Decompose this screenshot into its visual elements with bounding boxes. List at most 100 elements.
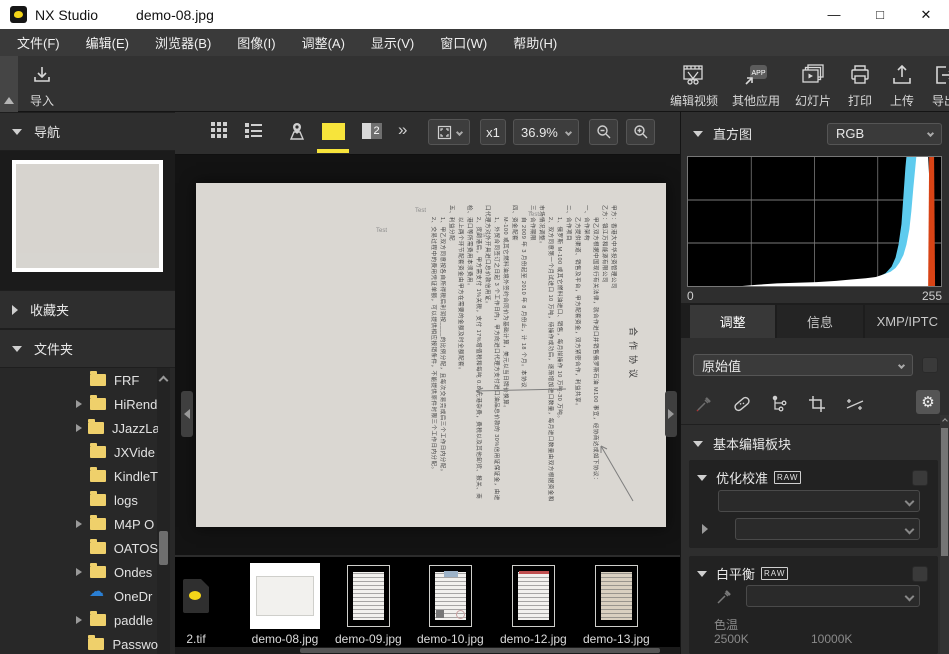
filmstrip-item-demo-09-jpg[interactable]: demo-09.jpg: [335, 563, 402, 646]
folder-item-onedr[interactable]: OneDr: [0, 584, 158, 608]
zoom-percent-dropdown[interactable]: 36.9%: [513, 119, 579, 145]
preset-checkbox[interactable]: [922, 357, 938, 373]
folder-name: M4P O: [114, 517, 154, 532]
folder-item-m4p-o[interactable]: M4P O: [0, 512, 158, 536]
favorites-section-header[interactable]: 收藏夹: [0, 290, 175, 329]
folder-item-logs[interactable]: logs: [0, 488, 158, 512]
print-button[interactable]: 打印: [841, 62, 879, 109]
folder-item-frf[interactable]: FRF: [0, 368, 158, 392]
histogram-min-label: 0: [687, 289, 694, 303]
color-control-points-icon[interactable]: [771, 395, 789, 413]
expand-triangle-icon[interactable]: [76, 616, 82, 624]
other-apps-button[interactable]: APP其他应用: [727, 62, 785, 109]
tab-xmp-iptc[interactable]: XMP/IPTC: [865, 305, 949, 338]
folder-item-ondes[interactable]: Ondes: [0, 560, 158, 584]
expand-triangle-icon[interactable]: [76, 400, 82, 408]
toolbar-collapse-strip[interactable]: [0, 56, 18, 112]
folders-section-header[interactable]: 文件夹: [0, 329, 175, 368]
navigation-thumbnail[interactable]: [12, 160, 163, 272]
raw-badge: RAW: [761, 567, 788, 580]
histogram-channel-dropdown[interactable]: RGB: [827, 123, 942, 145]
preset-dropdown[interactable]: 原始值: [693, 354, 913, 376]
folder-item-passwo[interactable]: Passwo: [0, 632, 158, 654]
menu-item-7[interactable]: 窗口(W): [427, 29, 500, 56]
menu-item-5[interactable]: 调整(A): [289, 29, 358, 56]
scroll-up-icon[interactable]: [942, 418, 948, 424]
menu-item-6[interactable]: 显示(V): [358, 29, 427, 56]
folder-icon: [88, 422, 104, 434]
scrollbar-thumb[interactable]: [159, 531, 168, 565]
scrollbar-thumb[interactable]: [300, 648, 660, 653]
close-button[interactable]: ✕: [903, 0, 949, 29]
upload-button[interactable]: 上传: [883, 62, 921, 109]
slideshow-button[interactable]: 幻灯片: [789, 62, 837, 109]
sample-eyedropper-icon-disabled[interactable]: [695, 395, 713, 413]
menu-item-8[interactable]: 帮助(H): [500, 29, 570, 56]
compare-view-icon[interactable]: 2: [362, 123, 382, 139]
grid-view-icon[interactable]: [210, 121, 228, 139]
favorites-label: 收藏夹: [30, 300, 69, 319]
picture-control-sub-dropdown[interactable]: [735, 518, 920, 540]
collapse-left-panel-handle[interactable]: [181, 391, 193, 437]
histogram-title: 直方图: [713, 124, 752, 143]
zoom-out-button[interactable]: [589, 119, 618, 145]
menu-item-1[interactable]: 文件(F): [4, 29, 73, 56]
zoom-in-button[interactable]: [626, 119, 655, 145]
maximize-button[interactable]: □: [857, 0, 903, 29]
white-balance-card: 白平衡 RAW 色温 2500K 10000K: [689, 556, 938, 654]
menu-item-3[interactable]: 浏览器(B): [142, 29, 224, 56]
right-panel-scrollbar[interactable]: [940, 415, 949, 654]
filmstrip-item-demo-12-jpg[interactable]: demo-12.jpg: [500, 563, 567, 646]
folder-item-oatos[interactable]: OATOS: [0, 536, 158, 560]
folder-item-kindlet[interactable]: KindleT: [0, 464, 158, 488]
folder-item-jjazzla[interactable]: JJazzLa: [0, 416, 158, 440]
expand-triangle-icon: [12, 305, 18, 315]
import-button[interactable]: 导入: [30, 62, 54, 109]
scrollbar-thumb[interactable]: [941, 428, 948, 556]
white-balance-checkbox[interactable]: [912, 566, 928, 582]
settings-gear-icon[interactable]: ⚙: [916, 390, 940, 414]
tab-info[interactable]: 信息: [777, 305, 862, 338]
image-viewer[interactable]: 合作协议甲方：香港大中华投资管理公司乙方：镇江万和能源有限公司 甲乙双方根据中国…: [175, 155, 680, 567]
expand-triangle-icon[interactable]: [76, 568, 82, 576]
straighten-icon[interactable]: [845, 395, 865, 413]
map-view-icon[interactable]: [287, 121, 307, 141]
retouch-brush-icon[interactable]: [732, 395, 752, 413]
image-view-icon-active[interactable]: [322, 123, 345, 140]
export-button[interactable]: 导出: [925, 62, 949, 109]
white-balance-dropdown[interactable]: [746, 585, 920, 607]
folder-tree-scrollbar[interactable]: [157, 368, 170, 654]
folder-item-paddle[interactable]: paddle: [0, 608, 158, 632]
folder-item-jxvide[interactable]: JXVide: [0, 440, 158, 464]
filmstrip-item-2-tif[interactable]: 2.tif: [183, 563, 209, 646]
basic-edit-section-header[interactable]: 基本编辑板块: [693, 434, 791, 453]
minimize-button[interactable]: —: [811, 0, 857, 29]
picture-control-card: 优化校准 RAW: [689, 460, 938, 548]
scroll-up-icon[interactable]: [159, 376, 169, 386]
menu-item-4[interactable]: 图像(I): [224, 29, 288, 56]
fit-view-dropdown[interactable]: [428, 119, 470, 145]
document-thumbnail: [512, 565, 555, 627]
picture-control-dropdown[interactable]: [718, 490, 920, 512]
folder-item-hirend[interactable]: HiRend: [0, 392, 158, 416]
filmstrip-item-demo-08-jpg[interactable]: demo-08.jpg: [250, 563, 320, 646]
zoom-1x-button[interactable]: x1: [480, 119, 506, 145]
crop-icon[interactable]: [808, 395, 826, 413]
more-views-icon[interactable]: »: [398, 120, 407, 140]
filmstrip-scrollbar[interactable]: [175, 647, 680, 654]
list-view-icon[interactable]: [244, 121, 263, 139]
navigation-section-header[interactable]: 导航: [0, 112, 175, 151]
menu-item-2[interactable]: 编辑(E): [73, 29, 142, 56]
expand-triangle-icon[interactable]: [702, 524, 708, 534]
filmstrip-item-demo-10-jpg[interactable]: demo-10.jpg: [417, 563, 484, 646]
folder-name: OATOS: [114, 541, 158, 556]
edit-video-button[interactable]: 编辑视频: [665, 62, 723, 109]
collapse-right-panel-handle[interactable]: [665, 391, 677, 437]
filmstrip-item-demo-13-jpg[interactable]: demo-13.jpg: [583, 563, 650, 646]
expand-triangle-icon[interactable]: [76, 520, 82, 528]
expand-triangle-icon[interactable]: [76, 424, 82, 432]
tab-adjust[interactable]: 调整: [690, 305, 775, 338]
picture-control-checkbox[interactable]: [912, 470, 928, 486]
picture-control-title: 优化校准: [716, 468, 768, 487]
gray-point-eyedropper-icon[interactable]: [715, 588, 733, 606]
